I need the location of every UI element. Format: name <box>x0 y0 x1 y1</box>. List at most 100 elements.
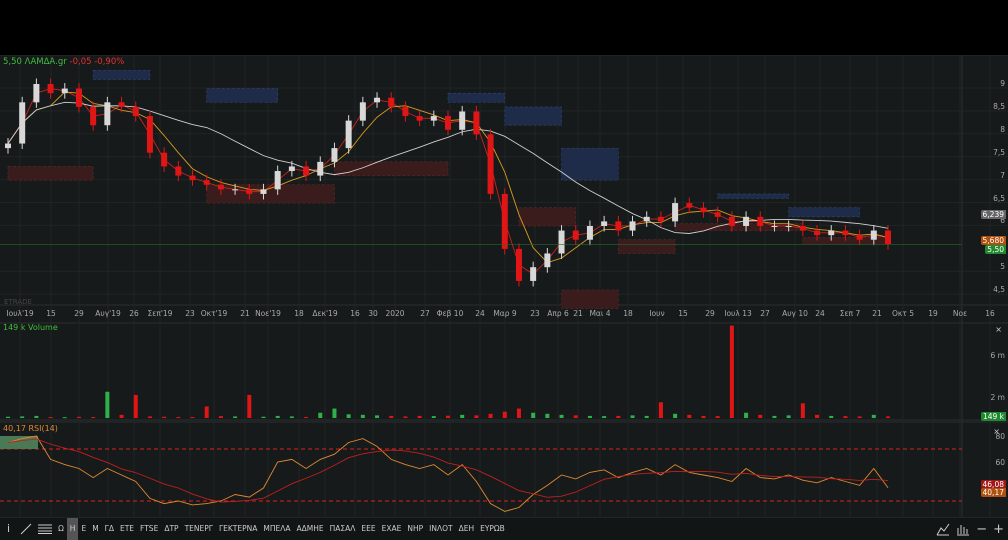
time-axis-label: 29 <box>705 309 715 318</box>
toolbar-symbol-2[interactable]: Ε <box>78 518 89 540</box>
symbol-header: 5,50 ΛΑΜΔΑ.gr -0,05 -0,90% <box>3 57 124 67</box>
time-axis-label: 16 <box>350 309 360 318</box>
time-axis-label: 29 <box>74 309 84 318</box>
candle <box>232 189 239 191</box>
time-axis-label: Μαι 4 <box>589 309 611 318</box>
chart-canvas[interactable] <box>0 55 1008 518</box>
demand-zone <box>518 207 577 227</box>
volume-bar <box>190 417 195 419</box>
indicators-button[interactable] <box>35 518 55 540</box>
volume-bar <box>119 414 124 418</box>
toolbar-symbol-10[interactable]: ΜΠΕΛΑ <box>260 518 293 540</box>
toolbar-symbol-4[interactable]: ΓΔ <box>102 518 117 540</box>
candle <box>643 216 650 222</box>
draw-line-button[interactable] <box>17 518 35 540</box>
volume-bar <box>715 416 720 418</box>
candle <box>246 189 253 194</box>
price-axis-label: 6,5 <box>993 193 1005 203</box>
toolbar-symbol-16[interactable]: ΙΝΛΟΤ <box>426 518 455 540</box>
candle <box>47 84 54 94</box>
volume-bar <box>786 415 791 418</box>
candle <box>118 102 125 107</box>
supply-zone <box>206 88 278 103</box>
candle <box>515 248 522 281</box>
zoom-in-button[interactable]: + <box>993 522 1004 537</box>
toolbar-symbol-6[interactable]: FTSE <box>137 518 161 540</box>
volume-bar <box>261 416 266 418</box>
time-axis-label: 27 <box>420 309 430 318</box>
candle <box>842 230 849 236</box>
candle <box>728 216 735 226</box>
toolbar-symbol-3[interactable]: Μ <box>89 518 101 540</box>
toolbar-symbol-0[interactable]: Ω <box>55 518 67 540</box>
chart-type-icon[interactable] <box>936 522 950 536</box>
time-axis-label: Αυγ'19 <box>95 309 121 318</box>
toolbar-symbol-13[interactable]: ΕΕΕ <box>358 518 378 540</box>
watermark: ETRADE <box>4 298 32 306</box>
candle <box>885 230 891 245</box>
price-change: -0,05 <box>69 57 92 67</box>
toolbar-symbol-14[interactable]: ΕΧΑΕ <box>379 518 405 540</box>
rsi-line <box>7 435 889 512</box>
price-axis-label: 9 <box>1000 79 1005 88</box>
info-button[interactable]: i <box>0 518 17 540</box>
ma-long-badge: 6,239 <box>980 210 1006 219</box>
toolbar-symbol-11[interactable]: ΑΔΜΗΕ <box>293 518 326 540</box>
toolbar-symbol-8[interactable]: ΤΕΝΕΡΓ <box>182 518 216 540</box>
toolbar-symbol-17[interactable]: ΔΕΗ <box>456 518 478 540</box>
axis-label: 2 m <box>990 393 1005 402</box>
candle <box>19 102 26 144</box>
top-black-band <box>0 0 1008 55</box>
supply-zone <box>788 207 860 218</box>
toolbar-symbol-1[interactable]: Η <box>66 518 79 540</box>
toolbar-symbol-12[interactable]: ΠΑΣΑΛ <box>327 518 359 540</box>
volume-bar <box>616 415 621 418</box>
volume-bar <box>162 416 167 418</box>
time-axis-label: 21 <box>573 309 583 318</box>
volume-bar <box>147 416 152 418</box>
volume-bar <box>360 414 365 418</box>
volume-bar <box>516 408 521 418</box>
list-icon <box>38 524 53 534</box>
candle <box>374 97 381 103</box>
volume-bar <box>318 412 323 418</box>
candle <box>487 134 494 194</box>
time-axis-label: 24 <box>815 309 825 318</box>
time-axis-label: Δεκ'19 <box>312 309 338 318</box>
candle <box>828 230 835 236</box>
time-axis-label: 2020 <box>385 309 405 318</box>
toolbar-symbol-5[interactable]: ΕΤΕ <box>117 518 137 540</box>
volume-label: 149 k Volume <box>3 323 58 332</box>
toolbar-symbol-7[interactable]: ΔΤΡ <box>161 518 181 540</box>
candle <box>61 88 68 94</box>
ma-mid-badge: 5,680 <box>980 236 1006 245</box>
demand-zone <box>674 223 804 231</box>
candle <box>445 116 451 130</box>
time-axis-label: 23 <box>185 309 195 318</box>
chart-area[interactable]: 5,50 ΛΑΜΔΑ.gr -0,05 -0,90% ETRADE 149 k … <box>0 55 1008 518</box>
candle <box>288 166 295 172</box>
zoom-out-button[interactable]: − <box>976 522 987 537</box>
volume-bar <box>346 414 351 418</box>
volume-close-icon[interactable]: × <box>995 325 1002 334</box>
time-axis-label: 15 <box>678 309 688 318</box>
toolbar-symbol-18[interactable]: ΕΥΡΩΒ <box>477 518 508 540</box>
last-price: 5,50 <box>3 57 22 67</box>
supply-zone <box>561 147 619 181</box>
toolbar-symbol-9[interactable]: ΓΕΚΤΕΡΝΑ <box>216 518 260 540</box>
volume-bar <box>275 415 280 418</box>
time-axis-label: Ιουλ 13 <box>724 309 752 318</box>
volume-bar <box>758 414 763 418</box>
time-axis-label: 16 <box>985 309 995 318</box>
time-axis-label: Μαρ 9 <box>493 309 517 318</box>
bar-chart-icon[interactable] <box>956 522 970 536</box>
candle <box>430 116 437 121</box>
toolbar-symbol-15[interactable]: ΝΗΡ <box>404 518 426 540</box>
price-axis-label: 5 <box>1000 262 1005 272</box>
candle <box>586 225 593 240</box>
volume-bar <box>673 413 678 418</box>
volume-bar <box>701 415 706 418</box>
volume-bar <box>800 403 805 418</box>
volume-bar <box>744 412 749 418</box>
volume-bar <box>772 415 777 418</box>
